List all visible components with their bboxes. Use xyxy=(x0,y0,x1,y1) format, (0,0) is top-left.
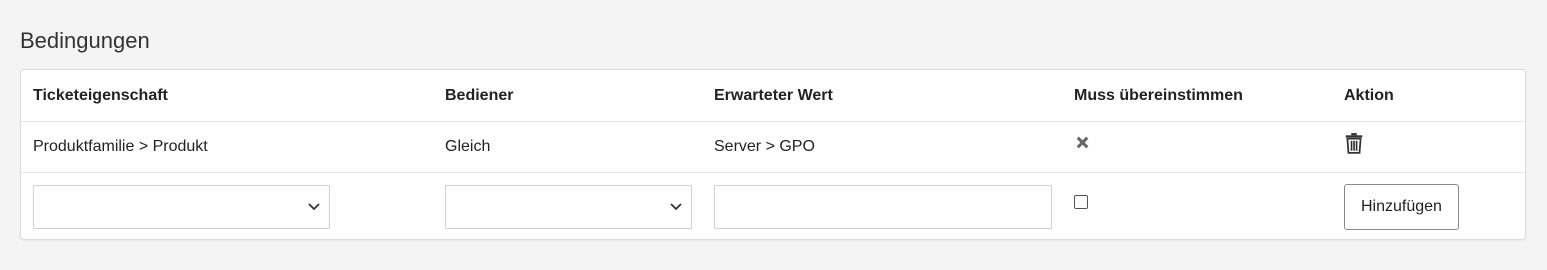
cell-action xyxy=(1332,121,1525,173)
must-match-checkbox[interactable] xyxy=(1074,194,1088,209)
cell-must-match xyxy=(1062,121,1332,173)
property-select[interactable] xyxy=(33,185,330,229)
x-icon xyxy=(1074,134,1091,156)
cell-operator-select xyxy=(433,173,702,242)
cell-property: Produktfamilie > Produkt xyxy=(21,121,433,173)
cell-expected-value: Server > GPO xyxy=(702,121,1062,173)
add-button[interactable]: Hinzufügen xyxy=(1344,184,1459,230)
chevron-down-icon xyxy=(308,203,320,211)
table-header-row: Ticketeigenschaft Bediener Erwarteter We… xyxy=(21,70,1525,122)
header-property: Ticketeigenschaft xyxy=(21,70,433,122)
conditions-table: Ticketeigenschaft Bediener Erwarteter We… xyxy=(21,70,1525,241)
cell-add-button: Hinzufügen xyxy=(1332,173,1525,242)
operator-select[interactable] xyxy=(445,185,692,229)
conditions-card: Ticketeigenschaft Bediener Erwarteter We… xyxy=(20,69,1526,240)
header-action: Aktion xyxy=(1332,70,1525,122)
expected-value-input[interactable] xyxy=(714,185,1052,229)
table-row: Produktfamilie > Produkt Gleich Server >… xyxy=(21,121,1525,173)
cell-property-select xyxy=(21,173,433,242)
section-title: Bedingungen xyxy=(20,28,150,53)
chevron-down-icon xyxy=(670,203,682,211)
cell-must-match-checkbox xyxy=(1062,173,1332,242)
cell-expected-input xyxy=(702,173,1062,242)
cell-operator: Gleich xyxy=(433,121,702,173)
trash-icon[interactable] xyxy=(1344,132,1364,159)
header-must-match: Muss übereinstimmen xyxy=(1062,70,1332,122)
header-operator: Bediener xyxy=(433,70,702,122)
new-condition-row: Hinzufügen xyxy=(21,173,1525,242)
header-expected-value: Erwarteter Wert xyxy=(702,70,1062,122)
